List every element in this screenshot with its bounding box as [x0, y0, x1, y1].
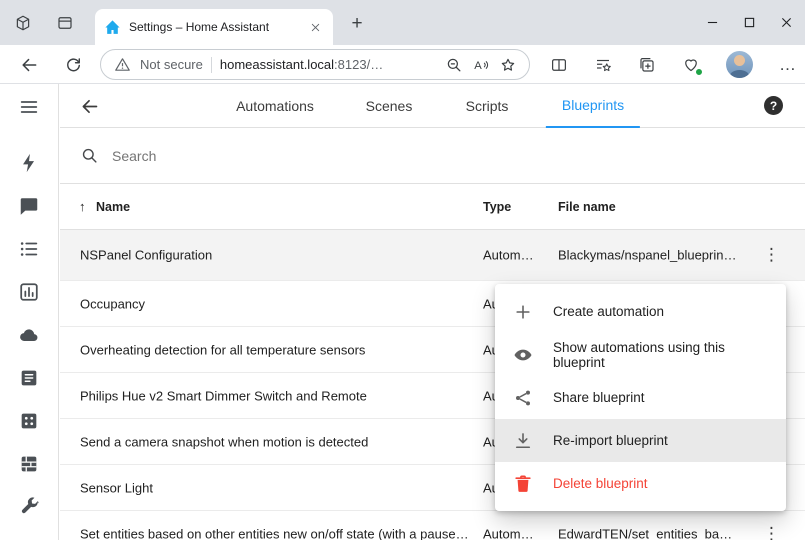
trash-icon: [513, 474, 533, 494]
blueprint-name: Send a camera snapshot when motion is de…: [80, 434, 368, 449]
blueprint-name: Sensor Light: [80, 480, 153, 495]
address-divider: [211, 57, 212, 73]
zoom-out-icon[interactable]: [444, 55, 463, 74]
favorite-star-icon[interactable]: [498, 55, 517, 74]
svg-text:A: A: [474, 59, 482, 71]
blueprint-file: Blackymas/nspanel_blueprin…: [558, 248, 736, 263]
menu-item-reimport-blueprint[interactable]: Re-import blueprint: [495, 419, 786, 462]
chart-icon[interactable]: [17, 280, 41, 304]
collections-icon[interactable]: [638, 55, 656, 75]
column-header-name[interactable]: Name: [96, 200, 130, 214]
download-icon: [513, 431, 533, 451]
window-controls: [694, 0, 805, 45]
table-row[interactable]: Set entities based on other entities new…: [60, 511, 805, 540]
browser-titlebar: Settings – Home Assistant +: [0, 0, 805, 45]
column-header-file[interactable]: File name: [558, 200, 616, 214]
row-overflow-menu-icon[interactable]: ⋮: [757, 522, 786, 540]
eye-icon: [513, 345, 533, 365]
close-button[interactable]: [768, 0, 805, 45]
share-icon: [513, 388, 533, 408]
tab-scripts[interactable]: Scripts: [450, 84, 525, 128]
wrench-icon[interactable]: [17, 495, 41, 519]
integrations-icon[interactable]: [17, 366, 41, 390]
blueprint-type: Autom…: [483, 526, 534, 540]
search-icon: [80, 146, 99, 165]
blueprint-type: Autom…: [483, 248, 534, 263]
menu-item-delete-blueprint[interactable]: Delete blueprint: [495, 462, 786, 505]
blueprint-name: Occupancy: [80, 296, 145, 311]
address-bar[interactable]: Not secure homeassistant.local:8123/… A: [100, 49, 530, 80]
menu-item-label: Share blueprint: [553, 390, 645, 405]
url-path: :8123/…: [334, 57, 383, 72]
devices-icon[interactable]: [17, 409, 41, 433]
blueprint-name: Set entities based on other entities new…: [80, 526, 470, 540]
table-header: ↑ Name Type File name: [60, 184, 805, 230]
not-secure-warning-icon: [113, 55, 132, 74]
url-host: homeassistant.local: [220, 57, 334, 72]
blueprint-file: EdwardTEN/set_entities_ba…: [558, 526, 732, 540]
menu-hamburger-icon[interactable]: [17, 95, 41, 119]
favorites-icon[interactable]: [594, 55, 612, 75]
blueprint-name: Overheating detection for all temperatur…: [80, 342, 365, 357]
blueprint-context-menu: Create automation Show automations using…: [495, 284, 786, 511]
home-assistant-favicon: [104, 19, 121, 36]
help-icon[interactable]: ?: [764, 96, 783, 115]
menu-item-create-automation[interactable]: Create automation: [495, 290, 786, 333]
browser-window: Settings – Home Assistant +: [0, 0, 805, 540]
menu-item-show-automations[interactable]: Show automations using this blueprint: [495, 333, 786, 376]
browser-toolbar: Not secure homeassistant.local:8123/… A: [0, 45, 805, 84]
profile-avatar[interactable]: [726, 51, 753, 78]
ha-sidebar: [0, 84, 59, 540]
security-label: Not secure: [140, 57, 203, 72]
read-aloud-icon[interactable]: A: [471, 55, 490, 74]
menu-item-label: Delete blueprint: [553, 476, 648, 491]
menu-item-label: Re-import blueprint: [553, 433, 668, 448]
sort-ascending-icon[interactable]: ↑: [79, 199, 86, 214]
browser-tab[interactable]: Settings – Home Assistant: [95, 9, 333, 45]
search-input[interactable]: [112, 148, 512, 164]
list-icon[interactable]: [17, 237, 41, 261]
tab-close-icon[interactable]: [306, 18, 324, 36]
refresh-icon[interactable]: [62, 54, 84, 76]
tab-scenes[interactable]: Scenes: [350, 84, 429, 128]
row-overflow-menu-icon[interactable]: ⋮: [757, 243, 786, 267]
plus-icon: [513, 302, 533, 322]
tab-automations[interactable]: Automations: [220, 84, 330, 128]
menu-item-label: Show automations using this blueprint: [553, 340, 768, 370]
tab-blueprints[interactable]: Blueprints: [546, 84, 640, 128]
blueprint-name: NSPanel Configuration: [80, 248, 212, 263]
ha-back-icon[interactable]: [78, 95, 100, 117]
workspaces-icon[interactable]: [12, 13, 34, 33]
search-bar: [60, 128, 805, 184]
split-screen-icon[interactable]: [550, 55, 568, 75]
ha-app-header: Automations Scenes Scripts Blueprints ?: [60, 84, 805, 128]
new-tab-button[interactable]: +: [344, 11, 370, 37]
url-text: homeassistant.local:8123/…: [220, 57, 436, 72]
maximize-button[interactable]: [731, 0, 768, 45]
table-row[interactable]: NSPanel Configuration Autom… Blackymas/n…: [60, 230, 805, 281]
hardware-icon[interactable]: [17, 452, 41, 476]
column-header-type[interactable]: Type: [483, 200, 511, 214]
blueprint-name: Philips Hue v2 Smart Dimmer Switch and R…: [80, 388, 367, 403]
browser-essentials-icon[interactable]: [682, 55, 700, 75]
menu-item-label: Create automation: [553, 304, 664, 319]
tab-title: Settings – Home Assistant: [129, 20, 306, 34]
tab-actions-icon[interactable]: [54, 13, 76, 33]
status-dot: [695, 68, 703, 76]
back-icon[interactable]: [18, 54, 40, 76]
minimize-button[interactable]: [694, 0, 731, 45]
browser-menu-icon[interactable]: …: [779, 60, 797, 70]
toolbar-right-icons: …: [550, 45, 797, 84]
lightning-icon[interactable]: [17, 151, 41, 175]
cloud-icon[interactable]: [17, 323, 41, 347]
chat-icon[interactable]: [17, 194, 41, 218]
menu-item-share-blueprint[interactable]: Share blueprint: [495, 376, 786, 419]
